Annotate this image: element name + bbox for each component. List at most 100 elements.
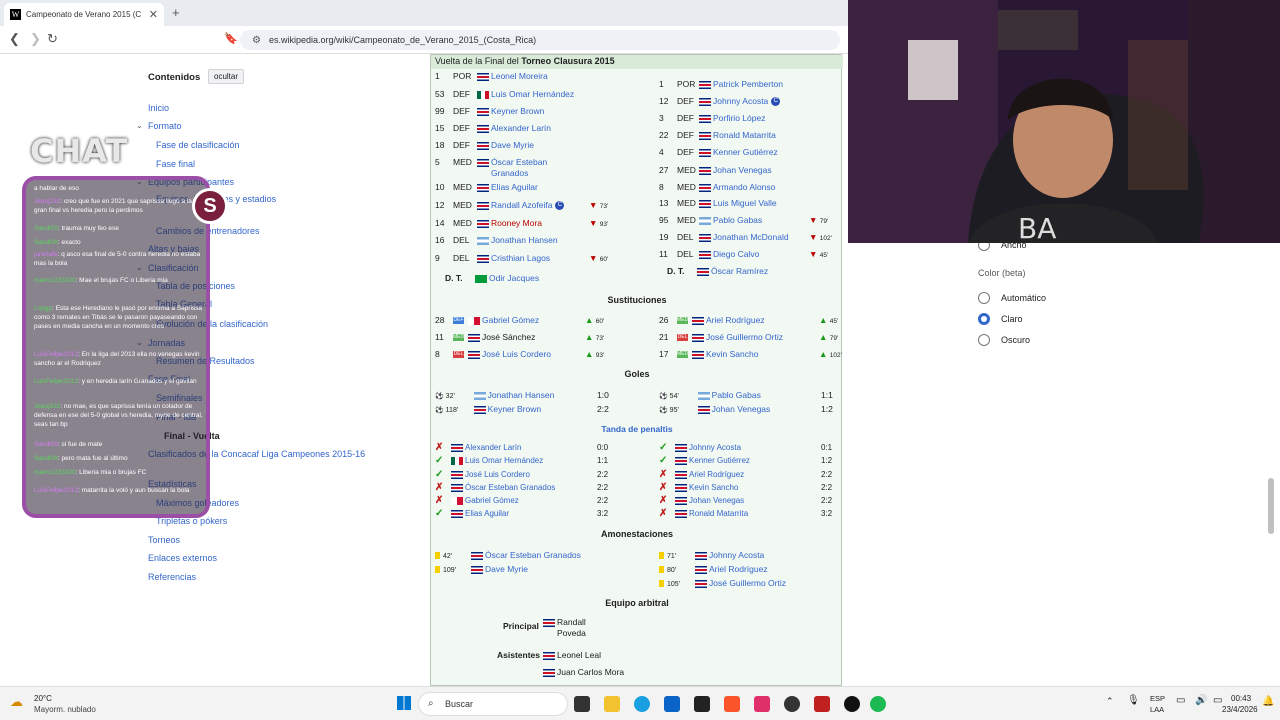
clock-time[interactable]: 00:43 <box>1231 694 1251 703</box>
browser-tab[interactable]: W Campeonato de Verano 2015 (C ✕ <box>4 3 164 26</box>
goal-scorer[interactable]: Johan Venegas <box>712 404 771 414</box>
player-link[interactable]: Jonathan McDonald <box>713 232 789 242</box>
toc-item[interactable]: Enlaces externos <box>148 553 217 563</box>
notification-icon[interactable]: 🔔 <box>1262 696 1274 707</box>
app-icon-2[interactable] <box>694 696 710 712</box>
weather-temp[interactable]: 20°C <box>34 694 52 703</box>
back-icon[interactable]: ❮ <box>9 31 20 47</box>
sub-player[interactable]: José Sánchez <box>482 332 535 342</box>
toc-item[interactable]: Inicio <box>148 103 169 113</box>
penalty-taker[interactable]: Kenner Gutiérrez <box>689 456 750 465</box>
goal-scorer[interactable]: Keyner Brown <box>488 404 541 414</box>
toc-item[interactable]: Referencias <box>148 572 196 582</box>
goal-scorer[interactable]: Jonathan Hansen <box>488 390 555 400</box>
url-field[interactable]: ⚙ es.wikipedia.org/wiki/Campeonato_de_Ver… <box>240 30 840 50</box>
penalty-taker[interactable]: Elias Aguilar <box>465 509 509 518</box>
player-link[interactable]: Óscar Esteban Granados <box>491 157 571 179</box>
radio-automatico[interactable] <box>978 292 990 304</box>
row: ▼ 73' <box>589 200 608 212</box>
penalty-taker[interactable]: Gabriel Gómez <box>465 496 519 505</box>
app-icon-3[interactable] <box>814 696 830 712</box>
toc-item[interactable]: Torneos <box>148 535 180 545</box>
carded-player[interactable]: Ariel Rodríguez <box>709 564 768 574</box>
chevron-down-icon[interactable]: ⌄ <box>136 121 143 130</box>
close-tab-icon[interactable]: ✕ <box>149 8 158 21</box>
volume-icon[interactable]: 🔊 <box>1195 695 1207 706</box>
player-link[interactable]: Johnny Acosta <box>713 96 768 106</box>
player-link[interactable]: Jonathan Hansen <box>491 235 558 245</box>
player-link[interactable]: Cristhian Lagos <box>491 253 550 263</box>
toc-item[interactable]: Fase final <box>156 159 195 169</box>
sub-player[interactable]: José Luis Cordero <box>482 349 551 359</box>
edge-icon[interactable] <box>634 696 650 712</box>
player-link[interactable]: Elias Aguilar <box>491 182 538 192</box>
player-link[interactable]: Luis Omar Hernández <box>491 89 574 99</box>
penalty-taker[interactable]: Johnny Acosta <box>689 443 741 452</box>
penalty-taker[interactable]: Kevin Sancho <box>689 483 738 492</box>
player-link[interactable]: Johan Venegas <box>713 165 772 175</box>
sub-player[interactable]: Kevin Sancho <box>706 349 758 359</box>
taskbar-search[interactable]: ⌕ Buscar <box>418 692 568 716</box>
player-link[interactable]: Dave Myrie <box>491 140 534 150</box>
outlook-icon[interactable] <box>664 696 680 712</box>
carded-player[interactable]: Óscar Esteban Granados <box>485 550 581 560</box>
penalties-title[interactable]: Tanda de penaltis <box>431 424 843 434</box>
player-link[interactable]: Armando Alonso <box>713 182 775 192</box>
radio-claro[interactable] <box>978 313 990 325</box>
row: 1:2 <box>821 404 833 415</box>
coach-link[interactable]: Odir Jacques <box>489 273 539 283</box>
carded-player[interactable]: Dave Myrie <box>485 564 528 574</box>
lang-layout[interactable]: LAA <box>1150 705 1164 714</box>
player-link[interactable]: Rooney Mora <box>491 218 542 228</box>
sub-player[interactable]: José Guillermo Ortiz <box>706 332 783 342</box>
penalty-taker[interactable]: Ariel Rodríguez <box>689 470 744 479</box>
penalty-taker[interactable]: Alexander Larín <box>465 443 521 452</box>
reload-icon[interactable]: ↻ <box>47 31 58 47</box>
player-link[interactable]: Pablo Gabas <box>713 215 762 225</box>
start-icon[interactable] <box>397 696 411 710</box>
player-link[interactable]: Porfirio López <box>713 113 765 123</box>
player-link[interactable]: Diego Calvo <box>713 249 759 259</box>
spotify-icon[interactable] <box>870 696 886 712</box>
toc-item[interactable]: Formato <box>148 121 182 131</box>
player-link[interactable]: Keyner Brown <box>491 106 544 116</box>
tiktok-icon[interactable] <box>754 696 770 712</box>
player-link[interactable]: Leonel Moreira <box>491 71 548 81</box>
clock-date[interactable]: 23/4/2026 <box>1222 705 1258 714</box>
mic-icon[interactable]: 🎙 <box>1127 695 1140 706</box>
player-link[interactable]: Ronald Matarrita <box>713 130 776 140</box>
penalty-taker[interactable]: Johan Venegas <box>689 496 744 505</box>
weather-desc[interactable]: Mayorm. nublado <box>34 705 96 714</box>
player-link[interactable]: Luis Miguel Valle <box>713 198 777 208</box>
file-explorer-icon[interactable] <box>604 696 620 712</box>
brave-icon[interactable] <box>724 696 740 712</box>
forward-icon[interactable]: ❯ <box>30 31 41 47</box>
app-icon-1[interactable] <box>574 696 590 712</box>
carded-player[interactable]: José Guillermo Ortiz <box>709 578 786 588</box>
app-icon-4[interactable] <box>844 696 860 712</box>
goal-scorer[interactable]: Pablo Gabas <box>712 390 761 400</box>
radio-oscuro[interactable] <box>978 334 990 346</box>
penalty-taker[interactable]: José Luis Cordero <box>465 470 530 479</box>
sub-player[interactable]: Ariel Rodríguez <box>706 315 765 325</box>
sub-player[interactable]: Gabriel Gómez <box>482 315 539 325</box>
network-icon[interactable]: ▭ <box>1176 695 1185 706</box>
coach-link[interactable]: Óscar Ramírez <box>711 266 768 276</box>
obs-icon[interactable] <box>784 696 800 712</box>
tray-chevron-icon[interactable]: ⌃ <box>1106 696 1114 707</box>
penalty-taker[interactable]: Ronald Matarrita <box>689 509 748 518</box>
player-link[interactable]: Patrick Pemberton <box>713 79 783 89</box>
player-link[interactable]: Alexander Larín <box>491 123 551 133</box>
toc-item[interactable]: Fase de clasificación <box>156 140 240 150</box>
penalty-taker[interactable]: Luis Omar Hernández <box>465 456 543 465</box>
penalty-taker[interactable]: Óscar Esteban Granados <box>465 483 555 492</box>
site-info-icon[interactable]: ⚙ <box>252 35 261 46</box>
new-tab-icon[interactable]: + <box>172 5 180 20</box>
player-link[interactable]: Kenner Gutiérrez <box>713 147 778 157</box>
player-link[interactable]: Randall Azofeifa <box>491 200 552 210</box>
scrollbar-thumb[interactable] <box>1268 478 1274 534</box>
lang-indicator[interactable]: ESP <box>1150 694 1165 703</box>
carded-player[interactable]: Johnny Acosta <box>709 550 764 560</box>
bookmark-icon[interactable]: 🔖 <box>224 32 238 45</box>
toc-hide-button[interactable]: ocultar <box>208 69 245 84</box>
